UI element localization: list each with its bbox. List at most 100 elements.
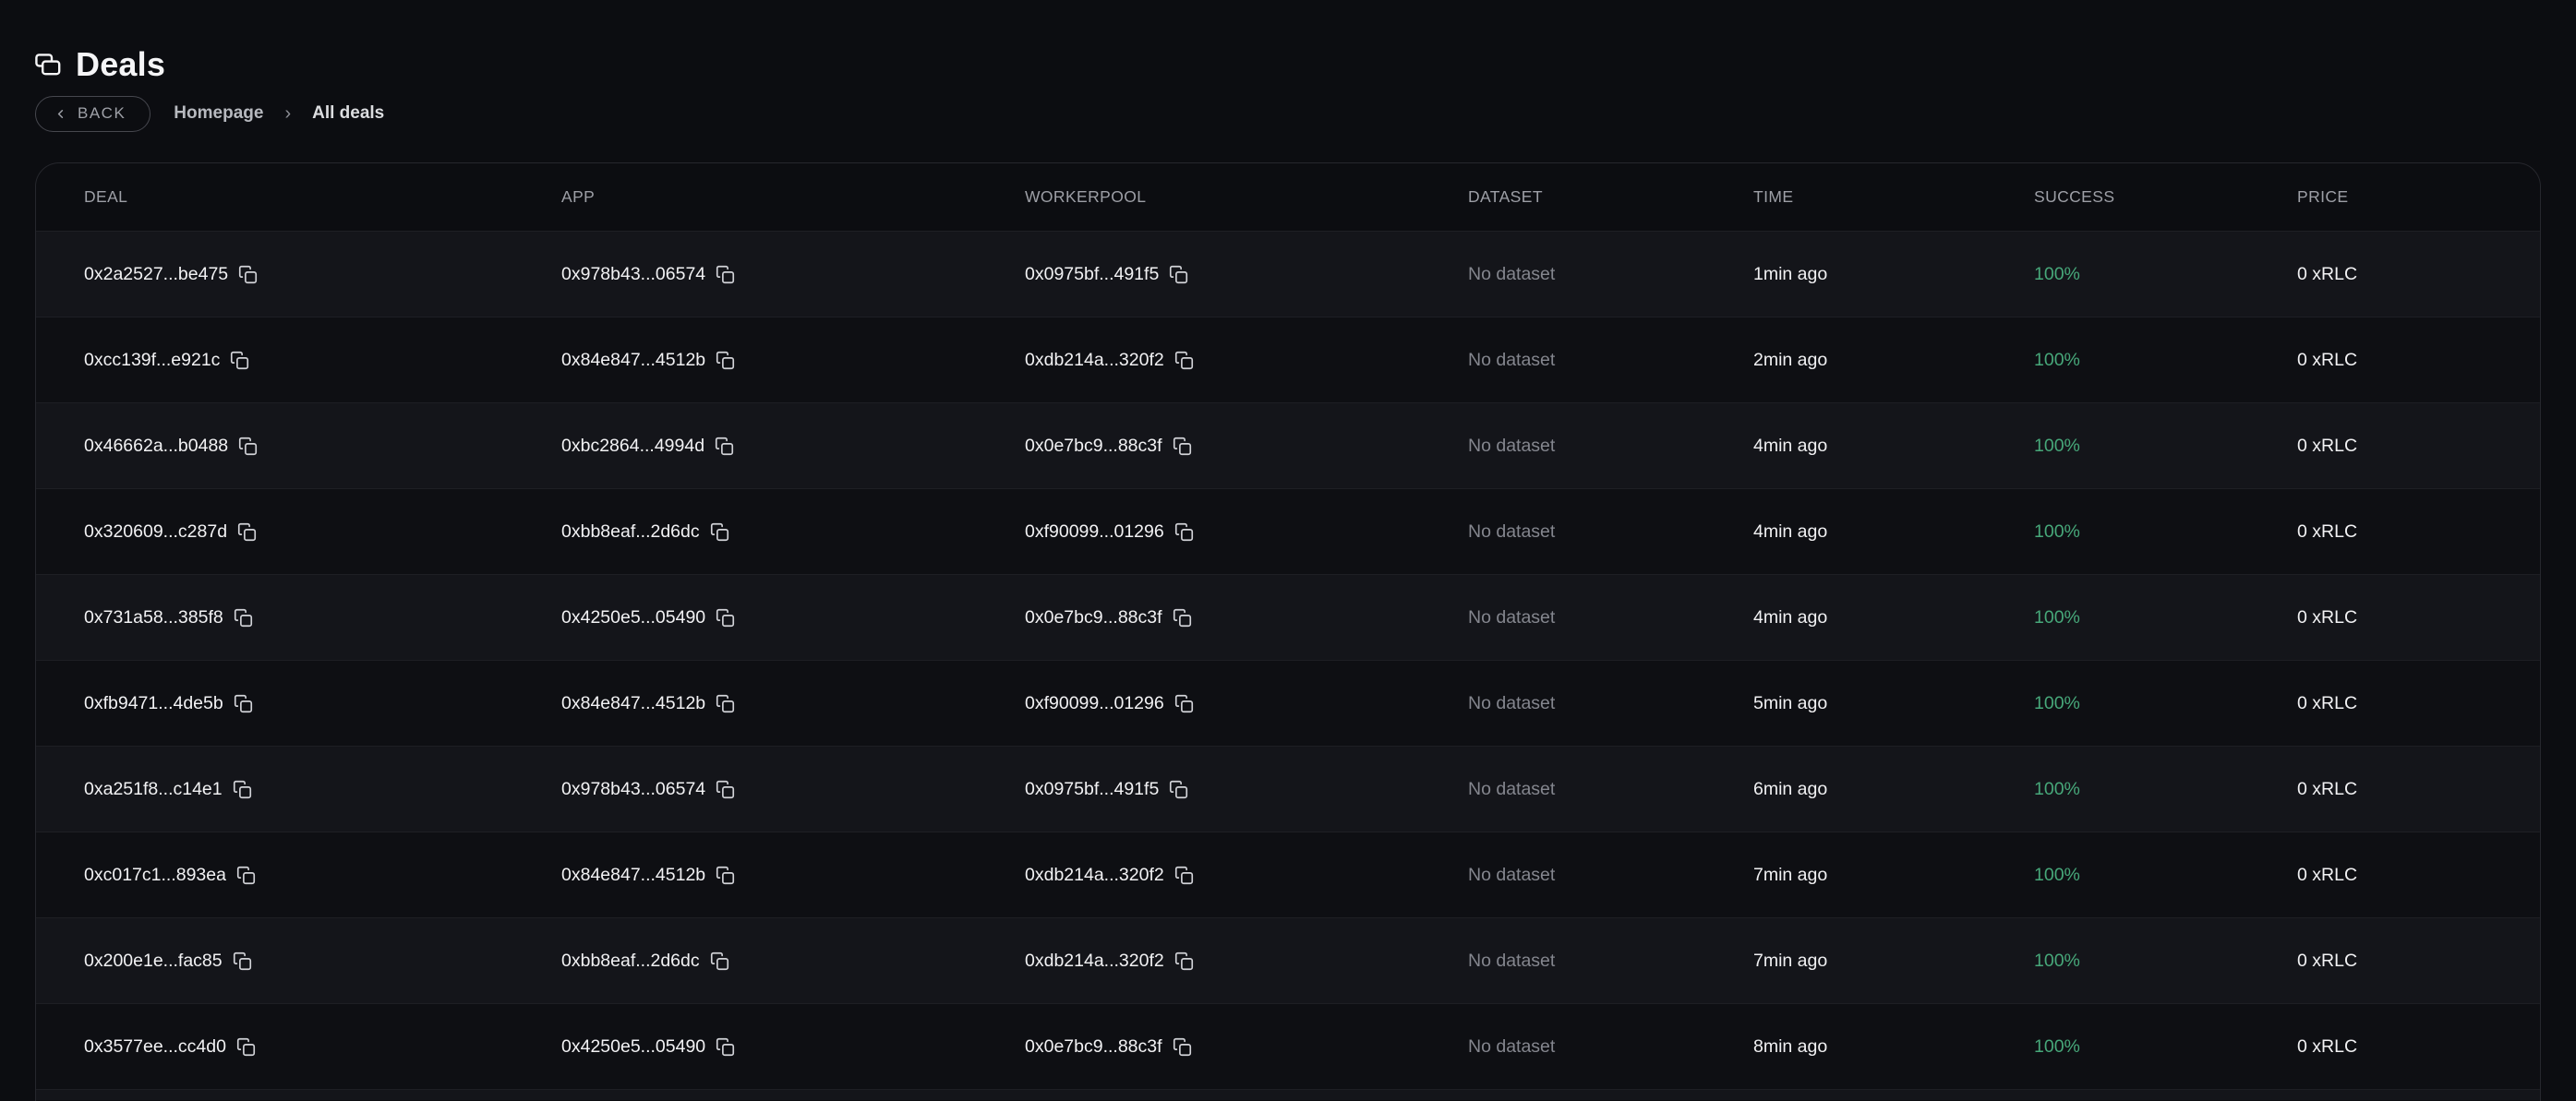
deal-cell: 0xc017c1...893ea [84, 865, 561, 886]
copy-icon[interactable] [716, 351, 735, 370]
copy-icon[interactable] [716, 265, 735, 284]
dataset-cell: No dataset [1468, 607, 1753, 628]
workerpool-hash-link[interactable]: 0x0975bf...491f5 [1025, 779, 1159, 800]
workerpool-hash-link[interactable]: 0x0e7bc9...88c3f [1025, 607, 1162, 628]
table-row[interactable]: 0xfb9471...4de5b 0x84e847...4512b 0xf900… [36, 660, 2540, 746]
copy-icon[interactable] [1173, 608, 1192, 628]
workerpool-hash-link[interactable]: 0xf90099...01296 [1025, 521, 1164, 543]
table-row[interactable]: 0x200e1e...fac85 0xbb8eaf...2d6dc 0xdb21… [36, 917, 2540, 1003]
table-body: 0x2a2527...be475 0x978b43...06574 0x0975… [36, 231, 2540, 1089]
table-row[interactable]: 0x320609...c287d 0xbb8eaf...2d6dc 0xf900… [36, 488, 2540, 574]
copy-icon[interactable] [233, 780, 252, 799]
workerpool-hash-link[interactable]: 0xdb214a...320f2 [1025, 951, 1164, 972]
workerpool-hash-link[interactable]: 0xdb214a...320f2 [1025, 350, 1164, 371]
app-hash-link[interactable]: 0x4250e5...05490 [561, 1036, 705, 1058]
app-hash-link[interactable]: 0xbb8eaf...2d6dc [561, 521, 700, 543]
deal-hash-link[interactable]: 0x320609...c287d [84, 521, 227, 543]
dataset-cell: No dataset [1468, 436, 1753, 457]
copy-icon[interactable] [238, 265, 258, 284]
copy-icon[interactable] [1169, 780, 1188, 799]
copy-icon[interactable] [715, 437, 734, 456]
workerpool-hash-link[interactable]: 0x0e7bc9...88c3f [1025, 436, 1162, 457]
app-hash-link[interactable]: 0xbc2864...4994d [561, 436, 704, 457]
table-row[interactable]: 0x731a58...385f8 0x4250e5...05490 0x0e7b… [36, 574, 2540, 660]
copy-icon[interactable] [233, 951, 252, 971]
column-header-deal: DEAL [84, 187, 561, 207]
copy-icon[interactable] [1174, 951, 1194, 971]
time-cell: 1min ago [1753, 264, 2034, 285]
deal-hash-link[interactable]: 0x2a2527...be475 [84, 264, 228, 285]
deal-hash-link[interactable]: 0x3577ee...cc4d0 [84, 1036, 226, 1058]
copy-icon[interactable] [716, 780, 735, 799]
success-cell: 100% [2034, 607, 2297, 628]
success-cell: 100% [2034, 436, 2297, 457]
stacked-cards-icon [35, 54, 61, 77]
column-header-success: SUCCESS [2034, 187, 2297, 207]
copy-icon[interactable] [1174, 522, 1194, 542]
app-hash-link[interactable]: 0x84e847...4512b [561, 693, 705, 714]
workerpool-hash-link[interactable]: 0xf90099...01296 [1025, 693, 1164, 714]
copy-icon[interactable] [1174, 351, 1194, 370]
table-row[interactable]: 0x3577ee...cc4d0 0x4250e5...05490 0x0e7b… [36, 1003, 2540, 1089]
deal-cell: 0x46662a...b0488 [84, 436, 561, 457]
dataset-cell: No dataset [1468, 951, 1753, 972]
workerpool-hash-link[interactable]: 0xdb214a...320f2 [1025, 865, 1164, 886]
copy-icon[interactable] [238, 437, 258, 456]
deal-hash-link[interactable]: 0xcc139f...e921c [84, 350, 220, 371]
time-cell: 5min ago [1753, 693, 2034, 714]
workerpool-cell: 0x0975bf...491f5 [1025, 264, 1468, 285]
workerpool-cell: 0xf90099...01296 [1025, 693, 1468, 714]
copy-icon[interactable] [716, 866, 735, 885]
app-hash-link[interactable]: 0x84e847...4512b [561, 865, 705, 886]
success-cell: 100% [2034, 779, 2297, 800]
copy-icon[interactable] [237, 522, 257, 542]
copy-icon[interactable] [710, 522, 729, 542]
column-header-time: TIME [1753, 187, 2034, 207]
nav-row: BACK Homepage › All deals [35, 95, 2541, 132]
copy-icon[interactable] [1173, 437, 1192, 456]
deal-hash-link[interactable]: 0x200e1e...fac85 [84, 951, 223, 972]
table-row[interactable]: 0x46662a...b0488 0xbc2864...4994d 0x0e7b… [36, 402, 2540, 488]
app-hash-link[interactable]: 0x978b43...06574 [561, 779, 705, 800]
workerpool-hash-link[interactable]: 0x0975bf...491f5 [1025, 264, 1159, 285]
breadcrumb-homepage[interactable]: Homepage [174, 103, 263, 124]
copy-icon[interactable] [1174, 694, 1194, 713]
column-header-dataset: DATASET [1468, 187, 1753, 207]
table-row[interactable]: 0xc017c1...893ea 0x84e847...4512b 0xdb21… [36, 832, 2540, 917]
app-hash-link[interactable]: 0x978b43...06574 [561, 264, 705, 285]
copy-icon[interactable] [236, 866, 256, 885]
app-cell: 0x84e847...4512b [561, 693, 1025, 714]
copy-icon[interactable] [1174, 866, 1194, 885]
table-row[interactable]: 0xa251f8...c14e1 0x978b43...06574 0x0975… [36, 746, 2540, 832]
copy-icon[interactable] [234, 608, 253, 628]
dataset-cell: No dataset [1468, 521, 1753, 543]
copy-icon[interactable] [710, 951, 729, 971]
app-hash-link[interactable]: 0x84e847...4512b [561, 350, 705, 371]
deal-hash-link[interactable]: 0x731a58...385f8 [84, 607, 223, 628]
column-header-price: PRICE [2297, 187, 2540, 207]
copy-icon[interactable] [716, 608, 735, 628]
table-header-row: DEAL APP WORKERPOOL DATASET TIME SUCCESS… [36, 163, 2540, 231]
deal-hash-link[interactable]: 0xc017c1...893ea [84, 865, 226, 886]
copy-icon[interactable] [230, 351, 249, 370]
page-title: Deals [76, 48, 165, 81]
app-cell: 0x4250e5...05490 [561, 607, 1025, 628]
copy-icon[interactable] [234, 694, 253, 713]
copy-icon[interactable] [1169, 265, 1188, 284]
workerpool-hash-link[interactable]: 0x0e7bc9...88c3f [1025, 1036, 1162, 1058]
deal-hash-link[interactable]: 0xa251f8...c14e1 [84, 779, 223, 800]
copy-icon[interactable] [716, 1037, 735, 1057]
table-row[interactable]: 0xcc139f...e921c 0x84e847...4512b 0xdb21… [36, 317, 2540, 402]
copy-icon[interactable] [1173, 1037, 1192, 1057]
app-hash-link[interactable]: 0x4250e5...05490 [561, 607, 705, 628]
copy-icon[interactable] [716, 694, 735, 713]
copy-icon[interactable] [236, 1037, 256, 1057]
app-hash-link[interactable]: 0xbb8eaf...2d6dc [561, 951, 700, 972]
back-button[interactable]: BACK [35, 96, 150, 132]
page-header: Deals [35, 0, 2541, 81]
price-cell: 0 xRLC [2297, 350, 2540, 371]
table-row[interactable]: 0x2a2527...be475 0x978b43...06574 0x0975… [36, 231, 2540, 317]
deal-hash-link[interactable]: 0xfb9471...4de5b [84, 693, 223, 714]
deals-page: Deals BACK Homepage › All deals DEAL APP… [0, 0, 2576, 1101]
deal-hash-link[interactable]: 0x46662a...b0488 [84, 436, 228, 457]
